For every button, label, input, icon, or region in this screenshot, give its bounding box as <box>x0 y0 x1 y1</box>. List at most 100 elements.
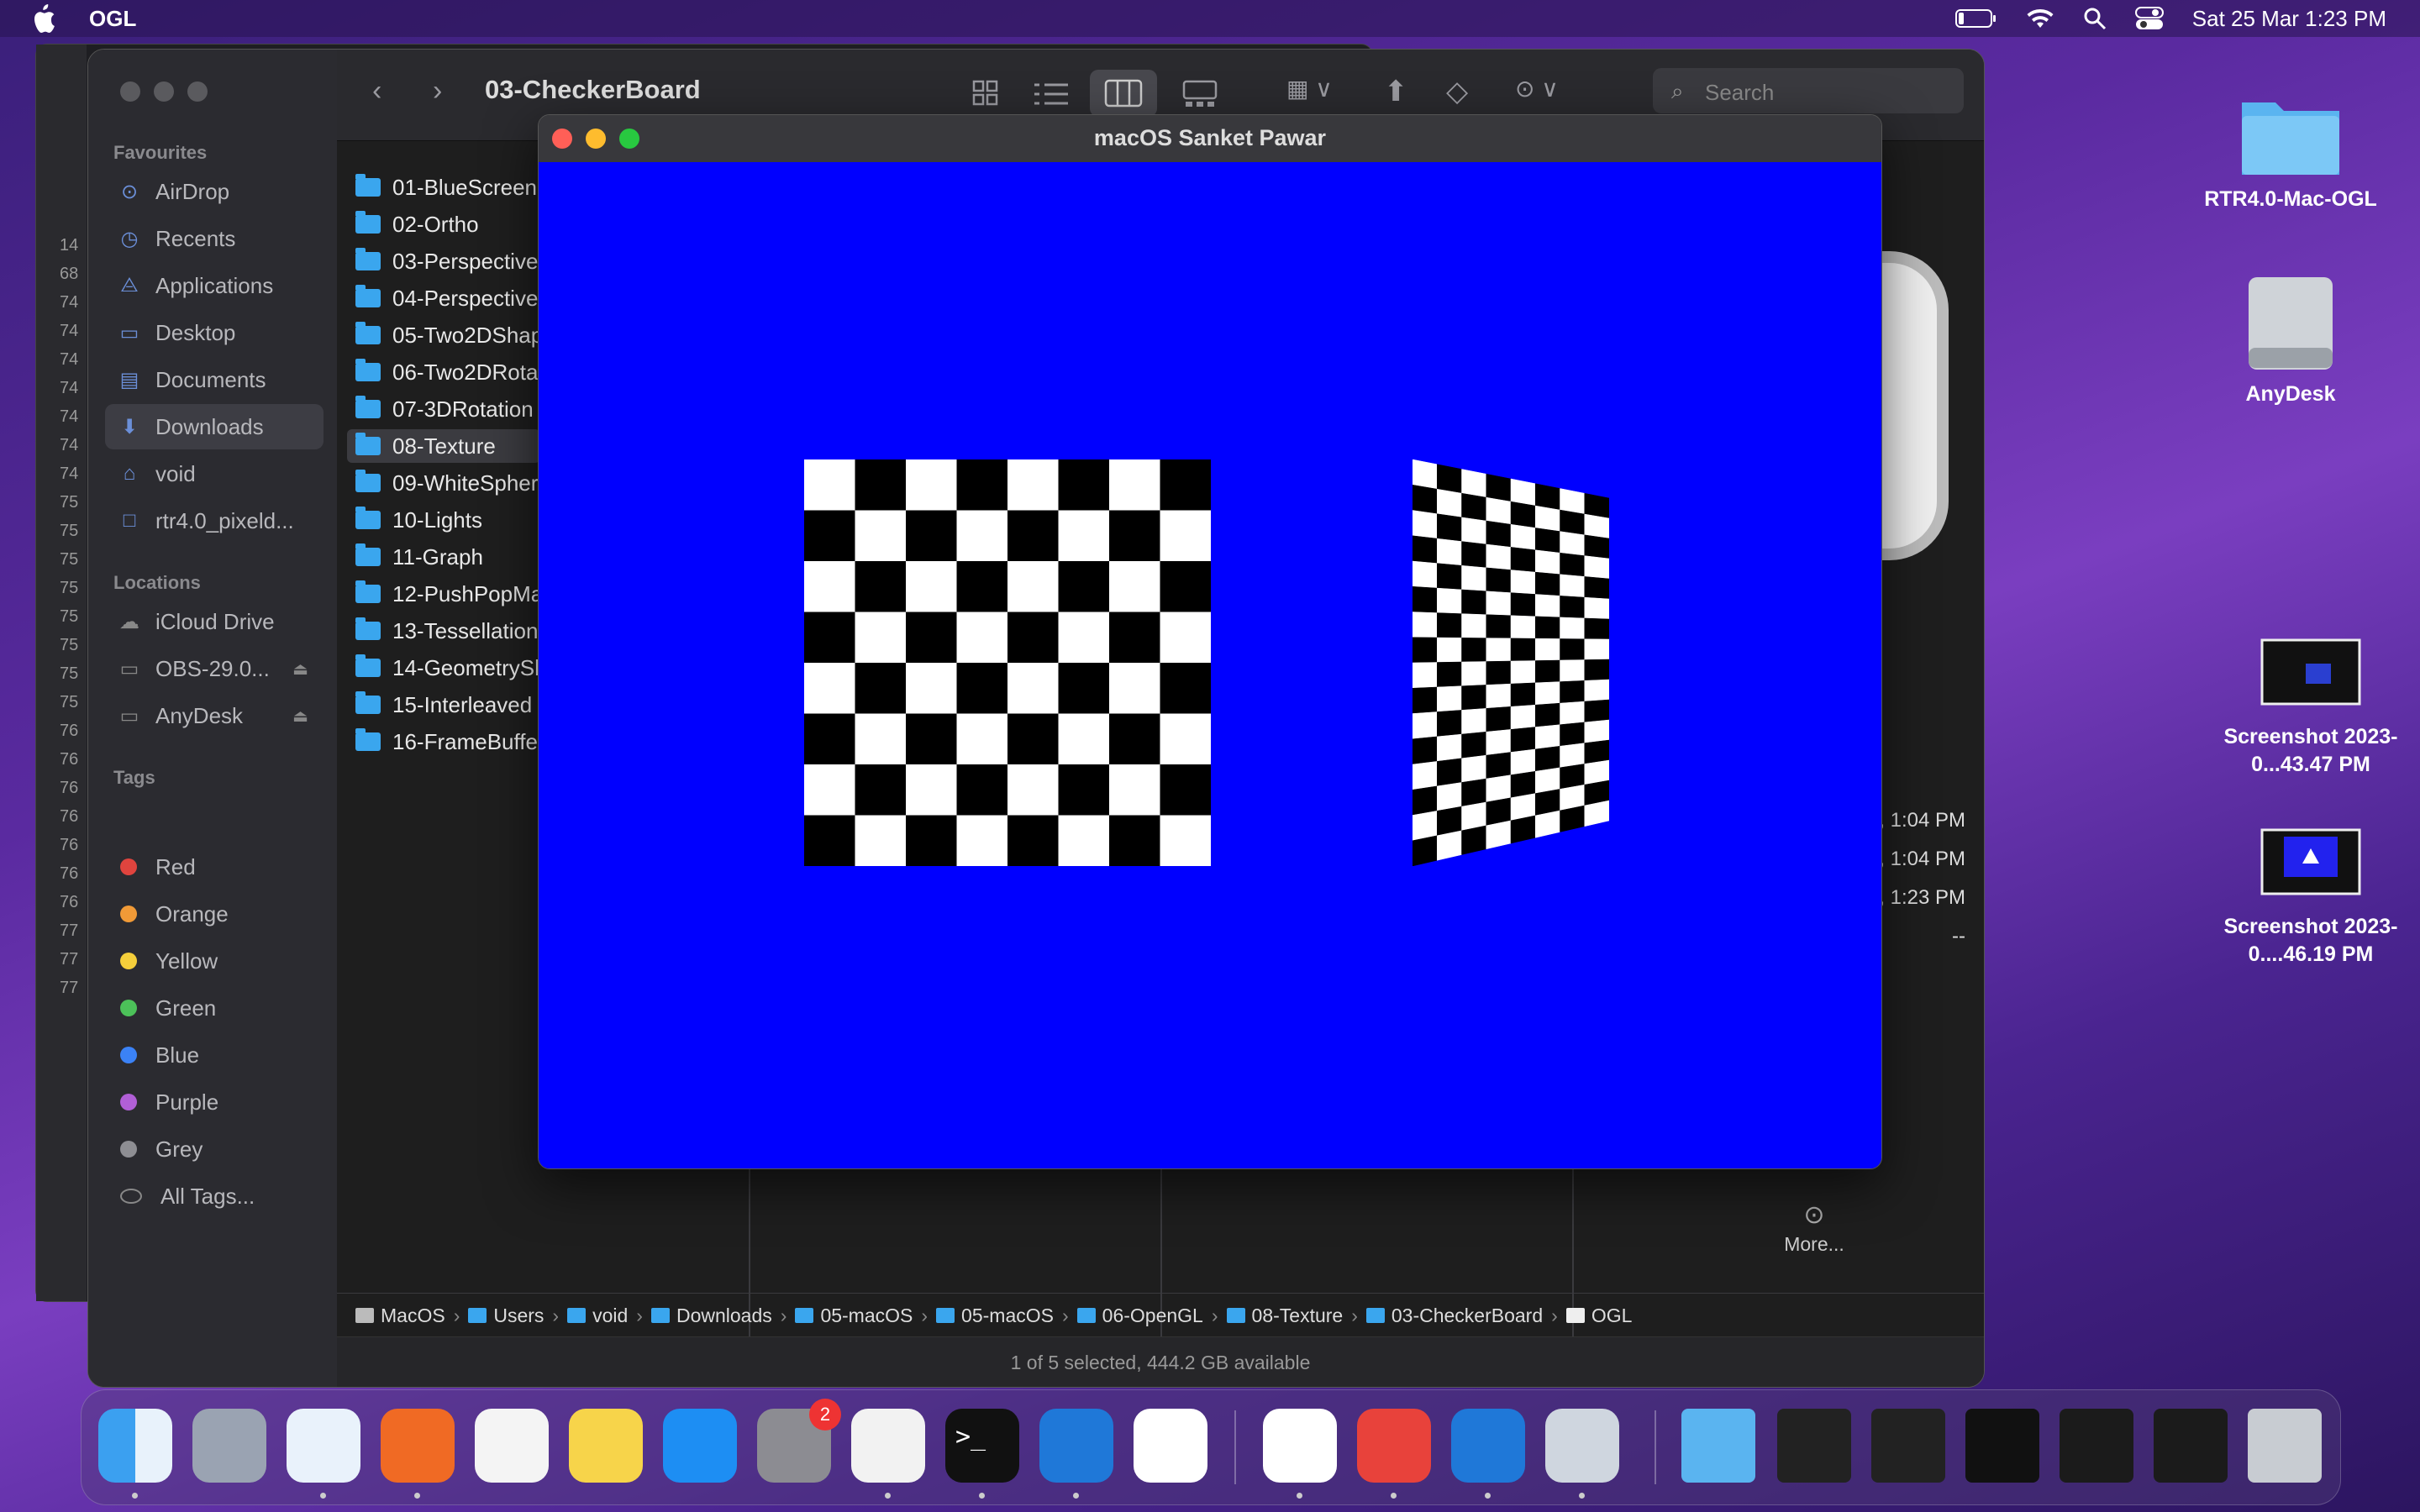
tag-icon[interactable]: ◇ <box>1446 75 1468 108</box>
file-row[interactable]: 04-Perspective <box>347 281 540 315</box>
file-row[interactable]: 12-PushPopMatrix <box>347 577 540 611</box>
path-segment[interactable]: 05-macOS <box>795 1305 913 1327</box>
eject-icon[interactable]: ⏏ <box>292 659 308 680</box>
path-segment[interactable]: OGL <box>1565 1305 1632 1327</box>
trash-icon[interactable] <box>2248 1409 2322 1483</box>
sidebar-tag-3[interactable]: Green <box>105 985 324 1031</box>
sidebar-tag-2[interactable]: Yellow <box>105 938 324 984</box>
terminal-app[interactable]: >_ <box>945 1409 1019 1483</box>
gallery-view-icon[interactable] <box>1182 80 1218 108</box>
battery-icon[interactable] <box>1954 8 1997 29</box>
eject-icon[interactable]: ⏏ <box>292 706 308 727</box>
sidebar-location-2[interactable]: ▭ AnyDesk ⏏ <box>105 693 324 738</box>
file-row[interactable]: 01-BlueScreen <box>347 171 540 204</box>
sidebar-item-rtr4-0-pixeld-[interactable]: □ rtr4.0_pixeld... <box>105 498 324 543</box>
desktop-folder-rtr[interactable]: RTR4.0-Mac-OGL <box>2190 91 2391 213</box>
file-row[interactable]: 02-Ortho <box>347 207 540 241</box>
xcode-app[interactable] <box>1039 1409 1113 1483</box>
file-row[interactable]: 16-FrameBuffer <box>347 725 540 759</box>
group-icon[interactable]: ▦ ∨ <box>1286 75 1333 102</box>
sidebar-tag-7[interactable]: All Tags... <box>105 1173 324 1219</box>
sidebar-item-recents[interactable]: ◷ Recents <box>105 216 324 261</box>
path-segment[interactable]: MacOS <box>355 1305 445 1327</box>
path-segment[interactable]: 08-Texture <box>1226 1305 1343 1327</box>
chrome-app[interactable] <box>1263 1409 1337 1483</box>
path-segment[interactable]: 06-OpenGL <box>1076 1305 1203 1327</box>
column-view-button[interactable] <box>1090 70 1157 117</box>
reminders-app[interactable] <box>475 1409 549 1483</box>
minimize-button[interactable] <box>154 81 174 102</box>
file-row[interactable]: 11-Graph <box>347 540 540 574</box>
app-store-app[interactable] <box>663 1409 737 1483</box>
notes-app[interactable] <box>569 1409 643 1483</box>
minimized-window[interactable] <box>2154 1409 2228 1483</box>
close-button[interactable] <box>120 81 140 102</box>
desktop-screenshot-1[interactable]: Screenshot 2023-0...43.47 PM <box>2210 638 2412 779</box>
anydesk-app[interactable] <box>1357 1409 1431 1483</box>
share-icon[interactable]: ⬆ <box>1384 75 1408 108</box>
path-segment[interactable]: 03-CheckerBoard <box>1365 1305 1543 1327</box>
downloads-stack[interactable] <box>1681 1409 1755 1483</box>
sidebar-item-desktop[interactable]: ▭ Desktop <box>105 310 324 355</box>
sidebar-location-0[interactable]: ☁ iCloud Drive <box>105 599 324 644</box>
preview-app[interactable] <box>1545 1409 1619 1483</box>
list-view-icon[interactable] <box>1034 81 1068 107</box>
sidebar-tag-0[interactable]: Red <box>105 844 324 890</box>
path-segment[interactable]: void <box>567 1305 628 1327</box>
more-button[interactable]: ⊙ More... <box>1739 1200 1890 1256</box>
desktop-screenshot-2[interactable]: Screenshot 2023-0....46.19 PM <box>2210 828 2412 969</box>
file-row[interactable]: 10-Lights <box>347 503 540 537</box>
file-row[interactable]: 15-Interleaved <box>347 688 540 722</box>
search-field[interactable]: ⌕ Search <box>1653 68 1964 113</box>
sidebar-tag-5[interactable]: Purple <box>105 1079 324 1125</box>
simulator-app[interactable] <box>1451 1409 1525 1483</box>
sidebar-item-void[interactable]: ⌂ void <box>105 451 324 496</box>
safari-app[interactable] <box>287 1409 360 1483</box>
sidebar-item-documents[interactable]: ▤ Documents <box>105 357 324 402</box>
sidebar-item-downloads[interactable]: ⬇ Downloads <box>105 404 324 449</box>
system-settings-app[interactable]: 2 <box>757 1399 841 1483</box>
file-row[interactable]: 06-Two2DRotation <box>347 355 540 389</box>
menubar-clock[interactable]: Sat 25 Mar 1:23 PM <box>2192 6 2386 32</box>
desktop-disk-anydesk[interactable]: AnyDesk <box>2190 274 2391 408</box>
launchpad-app[interactable] <box>192 1409 266 1483</box>
back-chevron-icon[interactable]: ‹ <box>372 75 381 108</box>
file-row[interactable]: 03-Perspective <box>347 244 540 278</box>
file-row[interactable]: 08-Texture <box>347 429 540 463</box>
minimized-window[interactable] <box>1777 1409 1851 1483</box>
forward-chevron-icon[interactable]: › <box>433 75 442 108</box>
sidebar-item-applications[interactable]: ⨺ Applications <box>105 263 324 308</box>
wifi-icon[interactable] <box>2026 8 2054 29</box>
minimized-window[interactable] <box>2060 1409 2133 1483</box>
app-name-menu[interactable]: OGL <box>89 6 136 32</box>
checker-square <box>1560 596 1585 619</box>
opengl-titlebar[interactable]: macOS Sanket Pawar <box>539 115 1881 163</box>
sidebar-location-1[interactable]: ▭ OBS-29.0... ⏏ <box>105 646 324 691</box>
sidebar-item-airdrop[interactable]: ⊙ AirDrop <box>105 169 324 214</box>
more-actions-icon[interactable]: ⊙ ∨ <box>1515 75 1559 102</box>
control-center-icon[interactable] <box>2134 7 2164 30</box>
path-segment[interactable]: Users <box>468 1305 544 1327</box>
apple-menu-icon[interactable] <box>30 3 55 34</box>
opengl-canvas[interactable] <box>539 162 1881 1168</box>
sidebar-tag-1[interactable]: Orange <box>105 891 324 937</box>
sidebar-tag-6[interactable]: Grey <box>105 1126 324 1172</box>
finder-app[interactable] <box>98 1409 172 1483</box>
file-row[interactable]: 05-Two2DShapes <box>347 318 540 352</box>
file-row[interactable]: 07-3DRotation <box>347 392 540 426</box>
spotlight-search-icon[interactable] <box>2083 7 2107 30</box>
opengl-window[interactable]: macOS Sanket Pawar <box>538 114 1882 1169</box>
firefox-app[interactable] <box>381 1409 455 1483</box>
minimized-window[interactable] <box>1871 1409 1945 1483</box>
vscode-app[interactable] <box>1134 1409 1207 1483</box>
file-row[interactable]: 09-WhiteSphere <box>347 466 540 500</box>
file-row[interactable]: 14-GeometryShader <box>347 651 540 685</box>
icon-view-icon[interactable] <box>972 80 999 107</box>
path-segment[interactable]: Downloads <box>650 1305 772 1327</box>
minimized-window[interactable] <box>1965 1409 2039 1483</box>
path-segment[interactable]: 05-macOS <box>936 1305 1054 1327</box>
zoom-button[interactable] <box>187 81 208 102</box>
sidebar-tag-4[interactable]: Blue <box>105 1032 324 1078</box>
file-row[interactable]: 13-Tessellation <box>347 614 540 648</box>
textedit-app[interactable] <box>851 1409 925 1483</box>
